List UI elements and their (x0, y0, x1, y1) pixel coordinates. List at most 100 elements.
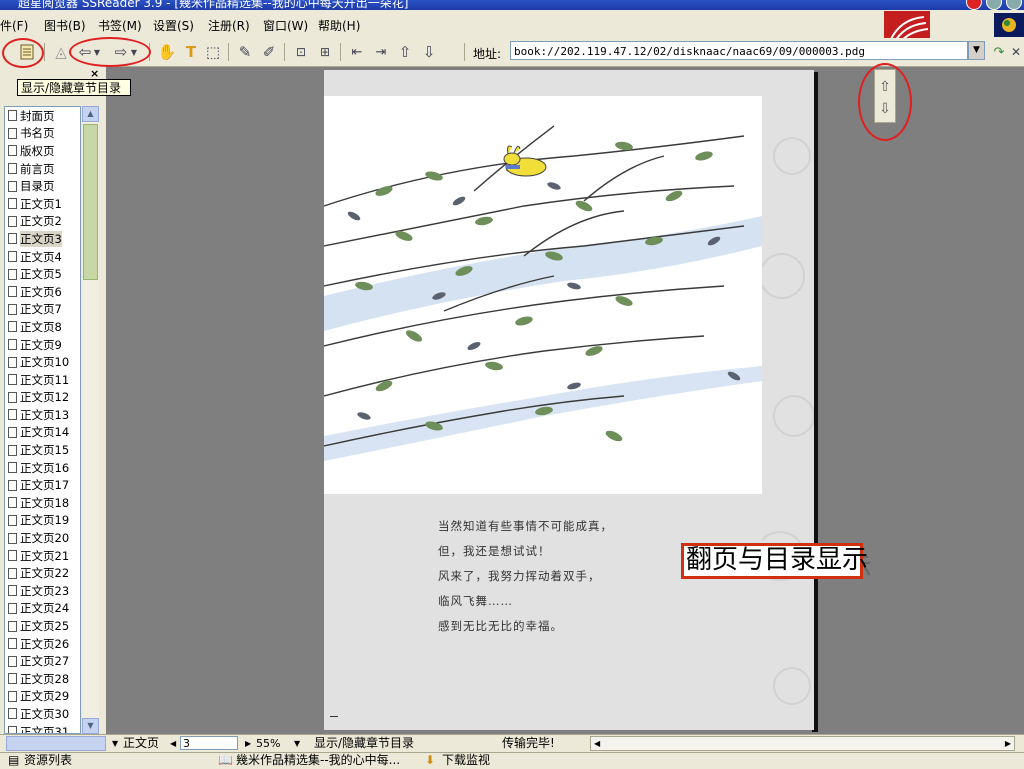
tree-item[interactable]: 书名页 (5, 125, 80, 143)
tree-item[interactable]: 正文页29 (5, 688, 80, 706)
menu-book[interactable]: 图书(B) (44, 17, 86, 34)
page-watermark (762, 137, 814, 705)
zoom-dropdown-icon[interactable]: ▼ (294, 736, 300, 751)
resource-list-tab[interactable]: 资源列表 (24, 753, 72, 768)
page-icon (8, 479, 17, 491)
download-icon[interactable]: ⬇ (425, 753, 435, 768)
tree-item[interactable]: 正文页22 (5, 564, 80, 582)
chapter-tree[interactable]: 封面页 书名页 版权页 前言页 目录页 正文页1 正文页2 正文页3 正文页4 正文页5 正文页6 正… (4, 106, 81, 734)
tree-item-label: 正文页22 (20, 566, 70, 581)
toolbar-separator (340, 43, 341, 61)
tree-item-label: 正文页9 (20, 337, 62, 352)
tree-item[interactable]: 正文页14 (5, 424, 80, 442)
tree-item[interactable]: 正文页31 (5, 723, 80, 734)
first-page-icon[interactable]: ⇤ (346, 41, 368, 63)
menu-register[interactable]: 注册(R) (208, 17, 250, 34)
tree-item[interactable]: 封面页 (5, 107, 80, 125)
go-icon[interactable]: ↷ (988, 41, 1010, 63)
zoom-level[interactable]: 55% (256, 736, 280, 751)
poem-line: 临风飞舞…… (438, 594, 513, 608)
fit-width-icon[interactable]: ⊞ (314, 41, 336, 63)
tree-item[interactable]: 正文页21 (5, 547, 80, 565)
tree-item[interactable]: 正文页18 (5, 494, 80, 512)
toolbar-close-icon[interactable]: ✕ (1008, 41, 1024, 63)
page-up-icon[interactable]: ⇧ (394, 41, 416, 63)
menu-help[interactable]: 帮助(H) (318, 17, 360, 34)
prev-page-icon[interactable]: ◀ (170, 736, 176, 751)
minimize-button[interactable] (966, 0, 982, 10)
download-monitor-tab[interactable]: 下载监视 (442, 753, 490, 768)
scroll-down-icon[interactable]: ▼ (82, 718, 99, 734)
tree-item[interactable]: 正文页19 (5, 512, 80, 530)
page-icon (8, 550, 17, 562)
tree-item[interactable]: 正文页25 (5, 617, 80, 635)
page-icon (8, 585, 17, 597)
sidebar-scrollbar[interactable]: ▲ ▼ (82, 106, 99, 734)
sidebar-hscroll[interactable] (6, 736, 106, 751)
book-tab-icon[interactable]: 📖 (218, 753, 233, 768)
tree-item[interactable]: 正文页17 (5, 476, 80, 494)
scroll-up-icon[interactable]: ▲ (82, 106, 99, 122)
tree-item[interactable]: 正文页9 (5, 336, 80, 354)
tree-item[interactable]: 正文页2 (5, 213, 80, 231)
tree-item[interactable]: 正文页6 (5, 283, 80, 301)
page-down-icon[interactable]: ⇩ (418, 41, 440, 63)
task-strip: ▤ 资源列表 📖 幾米作品精选集--我的心中每... ⬇ 下载监视 (0, 752, 1024, 769)
page-number-input[interactable]: 3 (180, 736, 238, 750)
menu-settings[interactable]: 设置(S) (153, 17, 194, 34)
fit-page-icon[interactable]: ⊡ (290, 41, 312, 63)
tree-item[interactable]: 正文页10 (5, 353, 80, 371)
tree-item[interactable]: 正文页13 (5, 406, 80, 424)
page-bottom-dash (330, 716, 338, 717)
page-type-dropdown-icon[interactable]: ▼ (112, 736, 118, 751)
maximize-button[interactable] (986, 0, 1002, 10)
tree-item[interactable]: 正文页15 (5, 441, 80, 459)
tree-item[interactable]: 正文页3 (5, 230, 80, 248)
tree-item[interactable]: 正文页28 (5, 670, 80, 688)
tree-item[interactable]: 版权页 (5, 142, 80, 160)
tree-item[interactable]: 正文页8 (5, 318, 80, 336)
tree-item[interactable]: 正文页11 (5, 371, 80, 389)
document-page[interactable]: 当然知道有些事情不可能成真， 但，我还是想试试！ 风来了，我努力挥动着双手， 临… (324, 70, 814, 730)
tree-item[interactable]: 正文页12 (5, 389, 80, 407)
tree-item[interactable]: 正文页1 (5, 195, 80, 213)
tree-item-label: 正文页31 (20, 724, 70, 734)
next-page-icon[interactable]: ▶ (245, 736, 251, 751)
tree-item[interactable]: 正文页7 (5, 301, 80, 319)
tree-item-label: 正文页24 (20, 601, 70, 616)
page-type-label[interactable]: 正文页 (123, 736, 159, 751)
tree-item[interactable]: 目录页 (5, 177, 80, 195)
tree-item[interactable]: 正文页5 (5, 265, 80, 283)
highlight-icon[interactable]: ✐ (258, 41, 280, 63)
tree-item[interactable]: 正文页30 (5, 705, 80, 723)
address-input[interactable]: book://202.119.47.12/02/disknaac/naac69/… (510, 41, 968, 60)
document-hscroll[interactable]: ◀ ▶ (590, 736, 1015, 751)
hand-icon[interactable]: ✋ (156, 41, 178, 63)
last-page-icon[interactable]: ⇥ (370, 41, 392, 63)
tree-item-label: 封面页 (20, 108, 55, 123)
book-window-tab[interactable]: 幾米作品精选集--我的心中每... (236, 753, 400, 768)
tree-item[interactable]: 正文页26 (5, 635, 80, 653)
text-tool-icon[interactable]: T (180, 41, 202, 63)
address-dropdown-icon[interactable]: ▼ (968, 41, 985, 60)
annotate-icon[interactable]: ✎ (234, 41, 256, 63)
tree-item[interactable]: 正文页20 (5, 529, 80, 547)
tree-item[interactable]: 正文页16 (5, 459, 80, 477)
tree-item[interactable]: 正文页23 (5, 582, 80, 600)
menu-file[interactable]: 件(F) (0, 17, 28, 34)
tree-item[interactable]: 正文页24 (5, 600, 80, 618)
resource-list-icon[interactable]: ▤ (8, 753, 19, 768)
tree-item[interactable]: 前言页 (5, 160, 80, 178)
scroll-thumb[interactable] (83, 124, 98, 280)
page-icon (8, 532, 17, 544)
menu-bookmark[interactable]: 书签(M) (98, 17, 142, 34)
tree-item[interactable]: 正文页4 (5, 248, 80, 266)
toc-toggle-status[interactable]: 显示/隐藏章节目录 (314, 736, 414, 751)
region-tool-icon[interactable]: ⬚ (202, 41, 224, 63)
menu-window[interactable]: 窗口(W) (263, 17, 308, 34)
close-button[interactable] (1006, 0, 1022, 10)
tree-item-label: 正文页15 (20, 443, 70, 458)
tree-item[interactable]: 正文页27 (5, 652, 80, 670)
hscroll-left-icon[interactable]: ◀ (594, 737, 600, 750)
hscroll-right-icon[interactable]: ▶ (1005, 737, 1011, 750)
